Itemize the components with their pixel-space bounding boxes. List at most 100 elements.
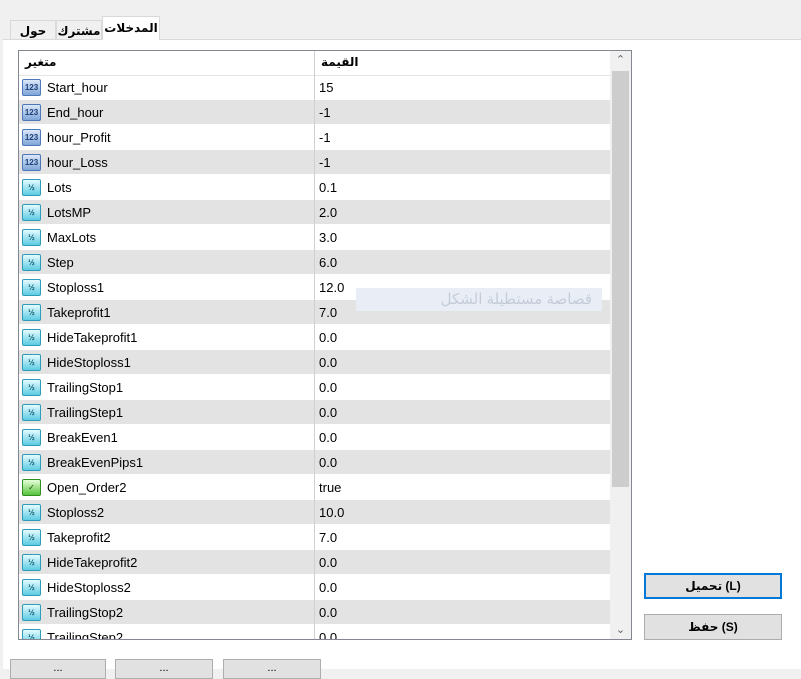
- cell-divider: [314, 325, 315, 350]
- param-value[interactable]: 15: [319, 75, 333, 100]
- double-type-icon: ½: [22, 229, 41, 246]
- table-row[interactable]: ½ TrailingStep2 0.0: [19, 625, 611, 640]
- cell-divider: [314, 550, 315, 575]
- table-row[interactable]: ½ HideTakeprofit2 0.0: [19, 550, 611, 575]
- column-header-value[interactable]: القيمة: [321, 51, 358, 75]
- table-row[interactable]: ½ BreakEven1 0.0: [19, 425, 611, 450]
- cell-divider: [314, 525, 315, 550]
- save-button[interactable]: حفظ (S): [644, 614, 782, 640]
- param-name: HideTakeprofit2: [47, 555, 138, 570]
- param-name: MaxLots: [47, 230, 97, 245]
- table-row[interactable]: ½ BreakEvenPips1 0.0: [19, 450, 611, 475]
- param-value[interactable]: 0.0: [319, 575, 337, 600]
- param-value[interactable]: 7.0: [319, 300, 337, 325]
- tab-inputs[interactable]: المدخلات: [102, 16, 160, 40]
- table-row[interactable]: ✓ Open_Order2 true: [19, 475, 611, 500]
- cell-divider: [314, 100, 315, 125]
- double-type-icon: ½: [22, 504, 41, 521]
- cell-divider: [314, 350, 315, 375]
- cell-divider: [314, 400, 315, 425]
- param-name: End_hour: [47, 105, 104, 120]
- table-row[interactable]: ½ HideStoploss1 0.0: [19, 350, 611, 375]
- table-row[interactable]: ½ Step 6.0: [19, 250, 611, 275]
- cell-divider: [314, 500, 315, 525]
- table-row[interactable]: ½ Stoploss2 10.0: [19, 500, 611, 525]
- column-header-variable[interactable]: متغير: [25, 51, 56, 75]
- cell-divider: [314, 425, 315, 450]
- param-name: Takeprofit1: [47, 305, 111, 320]
- param-value[interactable]: 7.0: [319, 525, 337, 550]
- param-name: HideTakeprofit1: [47, 330, 138, 345]
- int-type-icon: 123: [22, 154, 41, 171]
- double-type-icon: ½: [22, 404, 41, 421]
- table-row[interactable]: ½ HideStoploss2 0.0: [19, 575, 611, 600]
- param-name: Start_hour: [47, 80, 108, 95]
- table-row[interactable]: 123 Start_hour 15: [19, 75, 611, 100]
- double-type-icon: ½: [22, 379, 41, 396]
- bool-type-icon: ✓: [22, 479, 41, 496]
- param-name: LotsMP: [47, 205, 92, 220]
- param-value[interactable]: 3.0: [319, 225, 337, 250]
- param-value[interactable]: 0.0: [319, 375, 337, 400]
- scrollbar-thumb[interactable]: [612, 71, 629, 487]
- int-type-icon: 123: [22, 79, 41, 96]
- table-row[interactable]: 123 hour_Loss -1: [19, 150, 611, 175]
- table-row[interactable]: ½ HideTakeprofit1 0.0: [19, 325, 611, 350]
- param-name: Takeprofit2: [47, 530, 111, 545]
- param-value[interactable]: true: [319, 475, 341, 500]
- table-row[interactable]: 123 End_hour -1: [19, 100, 611, 125]
- param-value[interactable]: -1: [319, 150, 331, 175]
- table-row[interactable]: ½ MaxLots 3.0: [19, 225, 611, 250]
- param-value[interactable]: 2.0: [319, 200, 337, 225]
- cell-divider: [314, 575, 315, 600]
- tab-about[interactable]: حول: [10, 20, 56, 40]
- grid-header: متغير القيمة: [19, 51, 611, 76]
- scroll-down-icon[interactable]: ⌄: [610, 621, 631, 639]
- param-value[interactable]: 0.0: [319, 425, 337, 450]
- table-row[interactable]: ½ TrailingStep1 0.0: [19, 400, 611, 425]
- double-type-icon: ½: [22, 204, 41, 221]
- snip-overlay-label: قصاصة مستطيلة الشكل: [356, 288, 602, 311]
- param-value[interactable]: -1: [319, 125, 331, 150]
- param-value[interactable]: 10.0: [319, 500, 344, 525]
- param-value[interactable]: 0.0: [319, 350, 337, 375]
- table-row[interactable]: 123 hour_Profit -1: [19, 125, 611, 150]
- column-divider[interactable]: [314, 51, 315, 75]
- table-row[interactable]: ½ LotsMP 2.0: [19, 200, 611, 225]
- bottom-button-2[interactable]: ...: [115, 659, 213, 679]
- table-row[interactable]: ½ Takeprofit2 7.0: [19, 525, 611, 550]
- param-value[interactable]: 0.1: [319, 175, 337, 200]
- param-value[interactable]: 0.0: [319, 325, 337, 350]
- param-value[interactable]: 0.0: [319, 550, 337, 575]
- param-name: Stoploss1: [47, 280, 105, 295]
- param-value[interactable]: -1: [319, 100, 331, 125]
- bottom-button-3[interactable]: ...: [223, 659, 321, 679]
- double-type-icon: ½: [22, 429, 41, 446]
- param-value[interactable]: 0.0: [319, 450, 337, 475]
- double-type-icon: ½: [22, 629, 41, 639]
- double-type-icon: ½: [22, 554, 41, 571]
- param-name: TrailingStop2: [47, 605, 124, 620]
- param-value[interactable]: 0.0: [319, 625, 337, 639]
- double-type-icon: ½: [22, 354, 41, 371]
- param-name: Lots: [47, 180, 72, 195]
- param-value[interactable]: 12.0: [319, 275, 344, 300]
- tab-common[interactable]: مشترك: [56, 20, 102, 40]
- scroll-up-icon[interactable]: ⌃: [610, 51, 631, 69]
- table-row[interactable]: ½ TrailingStop1 0.0: [19, 375, 611, 400]
- double-type-icon: ½: [22, 579, 41, 596]
- load-button[interactable]: تحميل (L): [644, 573, 782, 599]
- param-value[interactable]: 6.0: [319, 250, 337, 275]
- cell-divider: [314, 125, 315, 150]
- vertical-scrollbar[interactable]: ⌃ ⌄: [610, 51, 631, 639]
- bottom-button-1[interactable]: ...: [10, 659, 106, 679]
- param-value[interactable]: 0.0: [319, 400, 337, 425]
- cell-divider: [314, 250, 315, 275]
- param-value[interactable]: 0.0: [319, 600, 337, 625]
- table-row[interactable]: ½ TrailingStop2 0.0: [19, 600, 611, 625]
- table-row[interactable]: ½ Lots 0.1: [19, 175, 611, 200]
- double-type-icon: ½: [22, 254, 41, 271]
- cell-divider: [314, 375, 315, 400]
- double-type-icon: ½: [22, 279, 41, 296]
- param-name: TrailingStep2: [47, 630, 124, 640]
